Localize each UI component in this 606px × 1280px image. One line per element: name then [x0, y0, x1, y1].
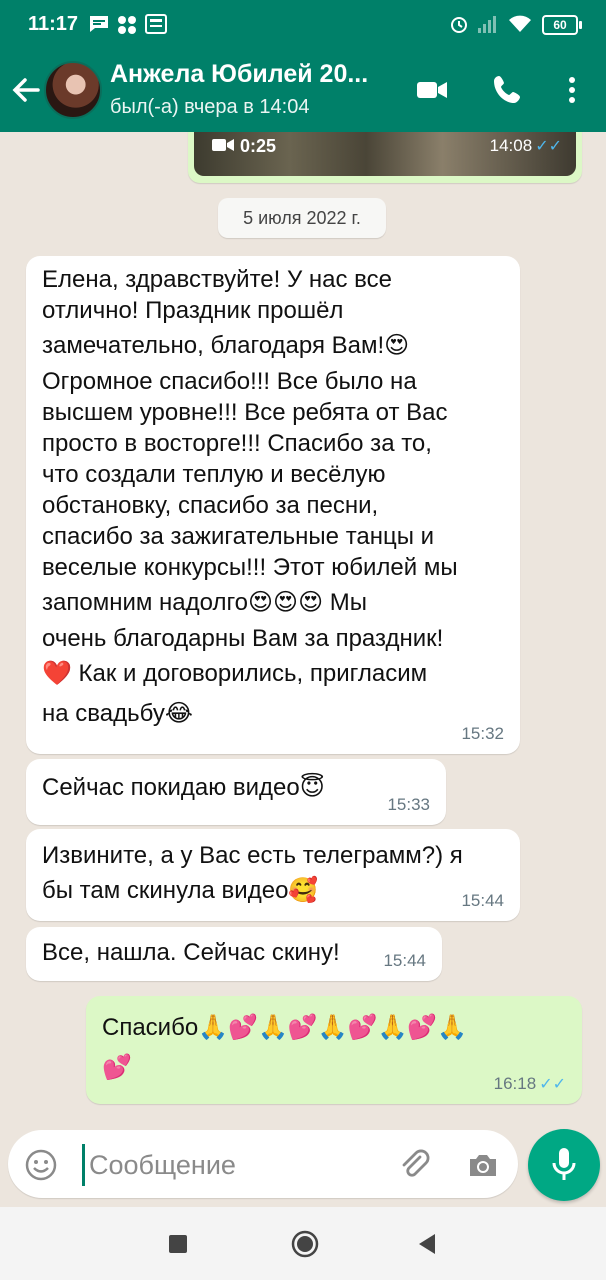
contact-avatar[interactable] [44, 61, 102, 119]
alarm-icon [451, 17, 467, 33]
incoming-message[interactable]: Извините, а у Вас есть телеграмм?) я бы … [26, 829, 520, 921]
status-time: 11:17 [28, 13, 79, 35]
message-line: обстановку, спасибо за песни, [42, 492, 379, 519]
news-notification-icon [145, 14, 167, 34]
system-navigation-bar [0, 1207, 606, 1280]
video-camera-small-icon [212, 139, 234, 151]
chat-title[interactable]: Анжела Юбилей 20... [110, 60, 368, 89]
app-header: 11:17 60 Анжела Юбилей 20... был(-а) вче… [0, 0, 606, 132]
message-line: Извините, а у Вас есть телеграмм?) я [42, 842, 463, 869]
message-line: спасибо за зажигательные танцы и [42, 523, 435, 550]
message-line: ❤️ Как и договорились, пригласим [42, 660, 428, 687]
message-line: Елена, здравствуйте! У нас все [42, 266, 392, 293]
message-line: бы там скинула видео🥰 [42, 877, 319, 904]
message-time: 15:44 [461, 891, 504, 911]
video-message-time: 14:08 ✓✓ [489, 136, 562, 155]
message-line: отлично! Праздник прошёл [42, 297, 344, 324]
video-message[interactable]: 0:25 14:08 ✓✓ [188, 132, 582, 183]
last-seen-status: был(-а) вчера в 14:04 [110, 96, 310, 118]
message-line: веселые конкурсы!!! Этот юбилей мы [42, 554, 458, 581]
camera-icon[interactable] [466, 1148, 500, 1182]
more-options-icon[interactable] [555, 73, 589, 107]
home-icon[interactable] [290, 1229, 320, 1259]
message-input[interactable] [82, 1144, 391, 1186]
incoming-message[interactable]: Сейчас покидаю видео😇 15:33 [26, 759, 446, 825]
message-time: 15:44 [383, 951, 426, 971]
message-line: на свадьбу😂 [42, 700, 193, 727]
input-pill [8, 1130, 518, 1198]
app-notification-icon [118, 16, 136, 34]
message-line: что создали теплую и весёлую [42, 461, 386, 488]
recent-apps-icon[interactable] [165, 1231, 191, 1257]
message-time: 16:18 ✓✓ [493, 1074, 566, 1094]
date-divider: 5 июля 2022 г. [218, 198, 386, 238]
message-line: Спасибо🙏💕🙏💕🙏💕🙏💕🙏 [102, 1014, 468, 1041]
message-line: замечательно, благодаря Вам!😍 [42, 332, 410, 359]
message-line: запомним надолго😍😍😍 Мы [42, 589, 367, 616]
message-text: Елена, здравствуйте! У нас все отлично! … [42, 264, 512, 734]
video-duration: 0:25 [240, 136, 277, 156]
status-bar: 11:17 60 [0, 0, 606, 48]
message-line: высшем уровне!!! Все ребята от Вас [42, 399, 448, 426]
message-time: 15:32 [461, 724, 504, 744]
incoming-message[interactable]: Все, нашла. Сейчас скину! 15:44 [26, 927, 442, 981]
battery-indicator: 60 [542, 15, 582, 35]
read-ticks: ✓✓ [535, 138, 562, 155]
voice-message-button[interactable] [528, 1129, 600, 1201]
outgoing-message[interactable]: Спасибо🙏💕🙏💕🙏💕🙏💕🙏 💕 16:18 ✓✓ [86, 996, 582, 1104]
back-nav-icon[interactable] [415, 1231, 441, 1257]
voice-call-icon[interactable] [490, 73, 524, 107]
message-line: Огромное спасибо!!! Все было на [42, 368, 417, 395]
message-text: Извините, а у Вас есть телеграмм?) я бы … [42, 839, 512, 910]
message-composer [0, 1127, 606, 1207]
message-line: просто в восторге!!! Спасибо за то, [42, 430, 432, 457]
wifi-icon [509, 15, 531, 32]
signal-icon [478, 16, 496, 33]
chat-notification-icon [90, 16, 108, 32]
emoji-icon[interactable] [24, 1148, 58, 1182]
attach-icon[interactable] [398, 1148, 432, 1182]
message-text: Сейчас покидаю видео😇 [42, 774, 325, 801]
video-call-icon[interactable] [415, 73, 449, 107]
message-time: 15:33 [387, 795, 430, 815]
back-arrow-icon[interactable] [8, 72, 44, 108]
message-line: очень благодарны Вам за праздник! [42, 625, 444, 652]
chat-area[interactable]: 0:25 14:08 ✓✓ 5 июля 2022 г. Елена, здрав… [0, 132, 606, 1127]
read-ticks-icon: ✓✓ [539, 1076, 566, 1094]
microphone-icon [552, 1148, 576, 1180]
incoming-message[interactable]: Елена, здравствуйте! У нас все отлично! … [26, 256, 520, 754]
message-text: Все, нашла. Сейчас скину! [42, 939, 340, 966]
